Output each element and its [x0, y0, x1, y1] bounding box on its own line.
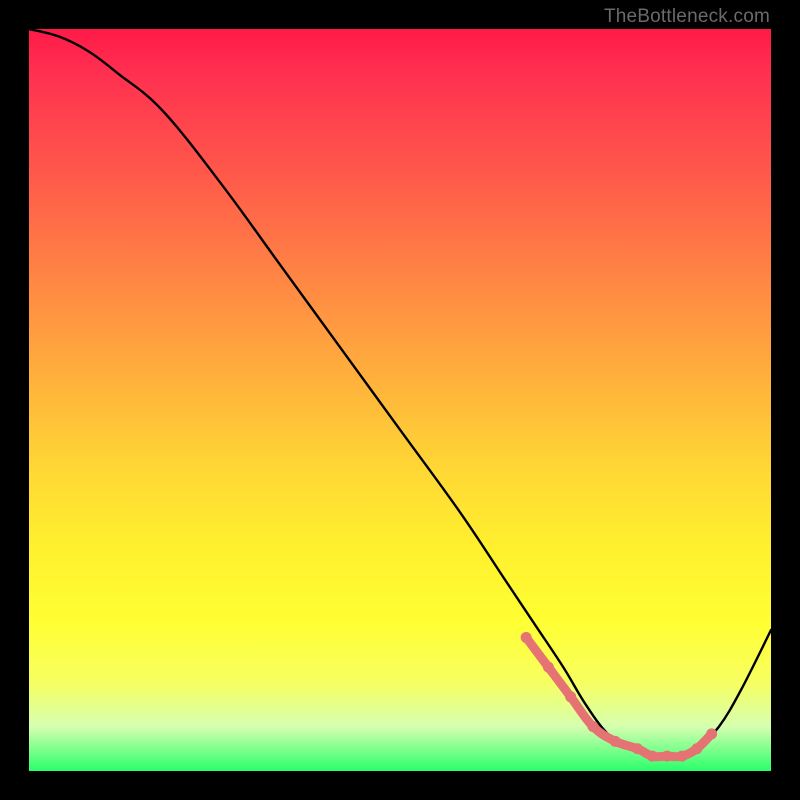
highlight-markers	[521, 632, 718, 762]
highlight-dot	[676, 751, 687, 762]
chart-svg	[29, 29, 771, 771]
highlight-dot	[647, 751, 658, 762]
highlight-dot	[662, 751, 673, 762]
highlight-dot	[632, 743, 643, 754]
highlight-dot	[565, 691, 576, 702]
curve-line	[29, 29, 771, 757]
highlight-dot	[543, 662, 554, 673]
highlight-dot	[691, 743, 702, 754]
plot-area	[29, 29, 771, 771]
chart-frame: TheBottleneck.com	[0, 0, 800, 800]
highlight-dot	[706, 728, 717, 739]
highlight-dot	[587, 721, 598, 732]
highlight-dot	[610, 736, 621, 747]
watermark-text: TheBottleneck.com	[604, 6, 770, 28]
highlight-dot	[521, 632, 532, 643]
